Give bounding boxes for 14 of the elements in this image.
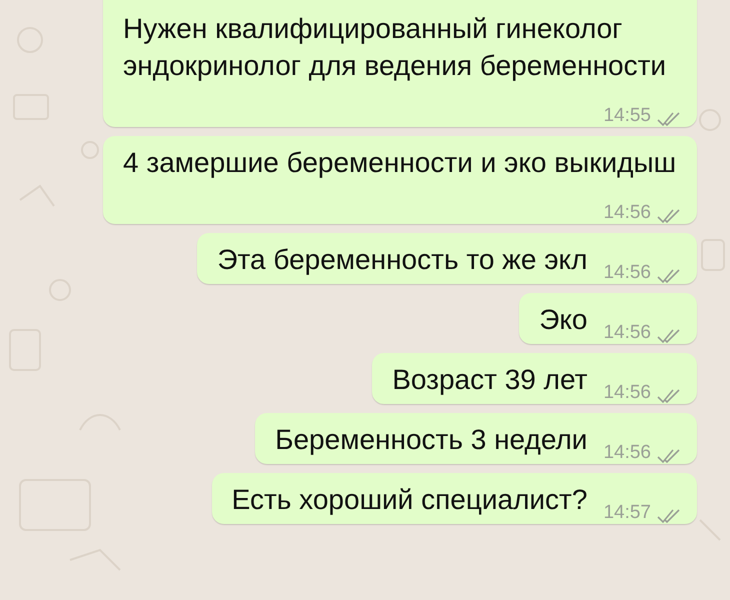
- message-time: 14:56: [603, 442, 651, 464]
- message-text: Эко: [539, 304, 588, 335]
- message-text: Есть хороший специалист?: [232, 484, 588, 515]
- message-time: 14:57: [603, 502, 651, 524]
- message-text: Беременность 3 недели: [275, 424, 588, 455]
- message-time: 14:55: [603, 105, 651, 127]
- message-text: Эта беременность то же экл: [217, 244, 588, 275]
- message-text: Нужен квалифицированный гинеколог эндокринолог для ведения беременности: [123, 13, 666, 81]
- message-time: 14:56: [603, 202, 651, 224]
- message-time: 14:56: [603, 322, 651, 344]
- message-time: 14:56: [603, 262, 651, 284]
- message-text: Возраст 39 лет: [392, 364, 588, 395]
- message-text: 4 замершие беременности и эко выкидыш: [123, 147, 676, 178]
- message-time: 14:56: [603, 382, 651, 404]
